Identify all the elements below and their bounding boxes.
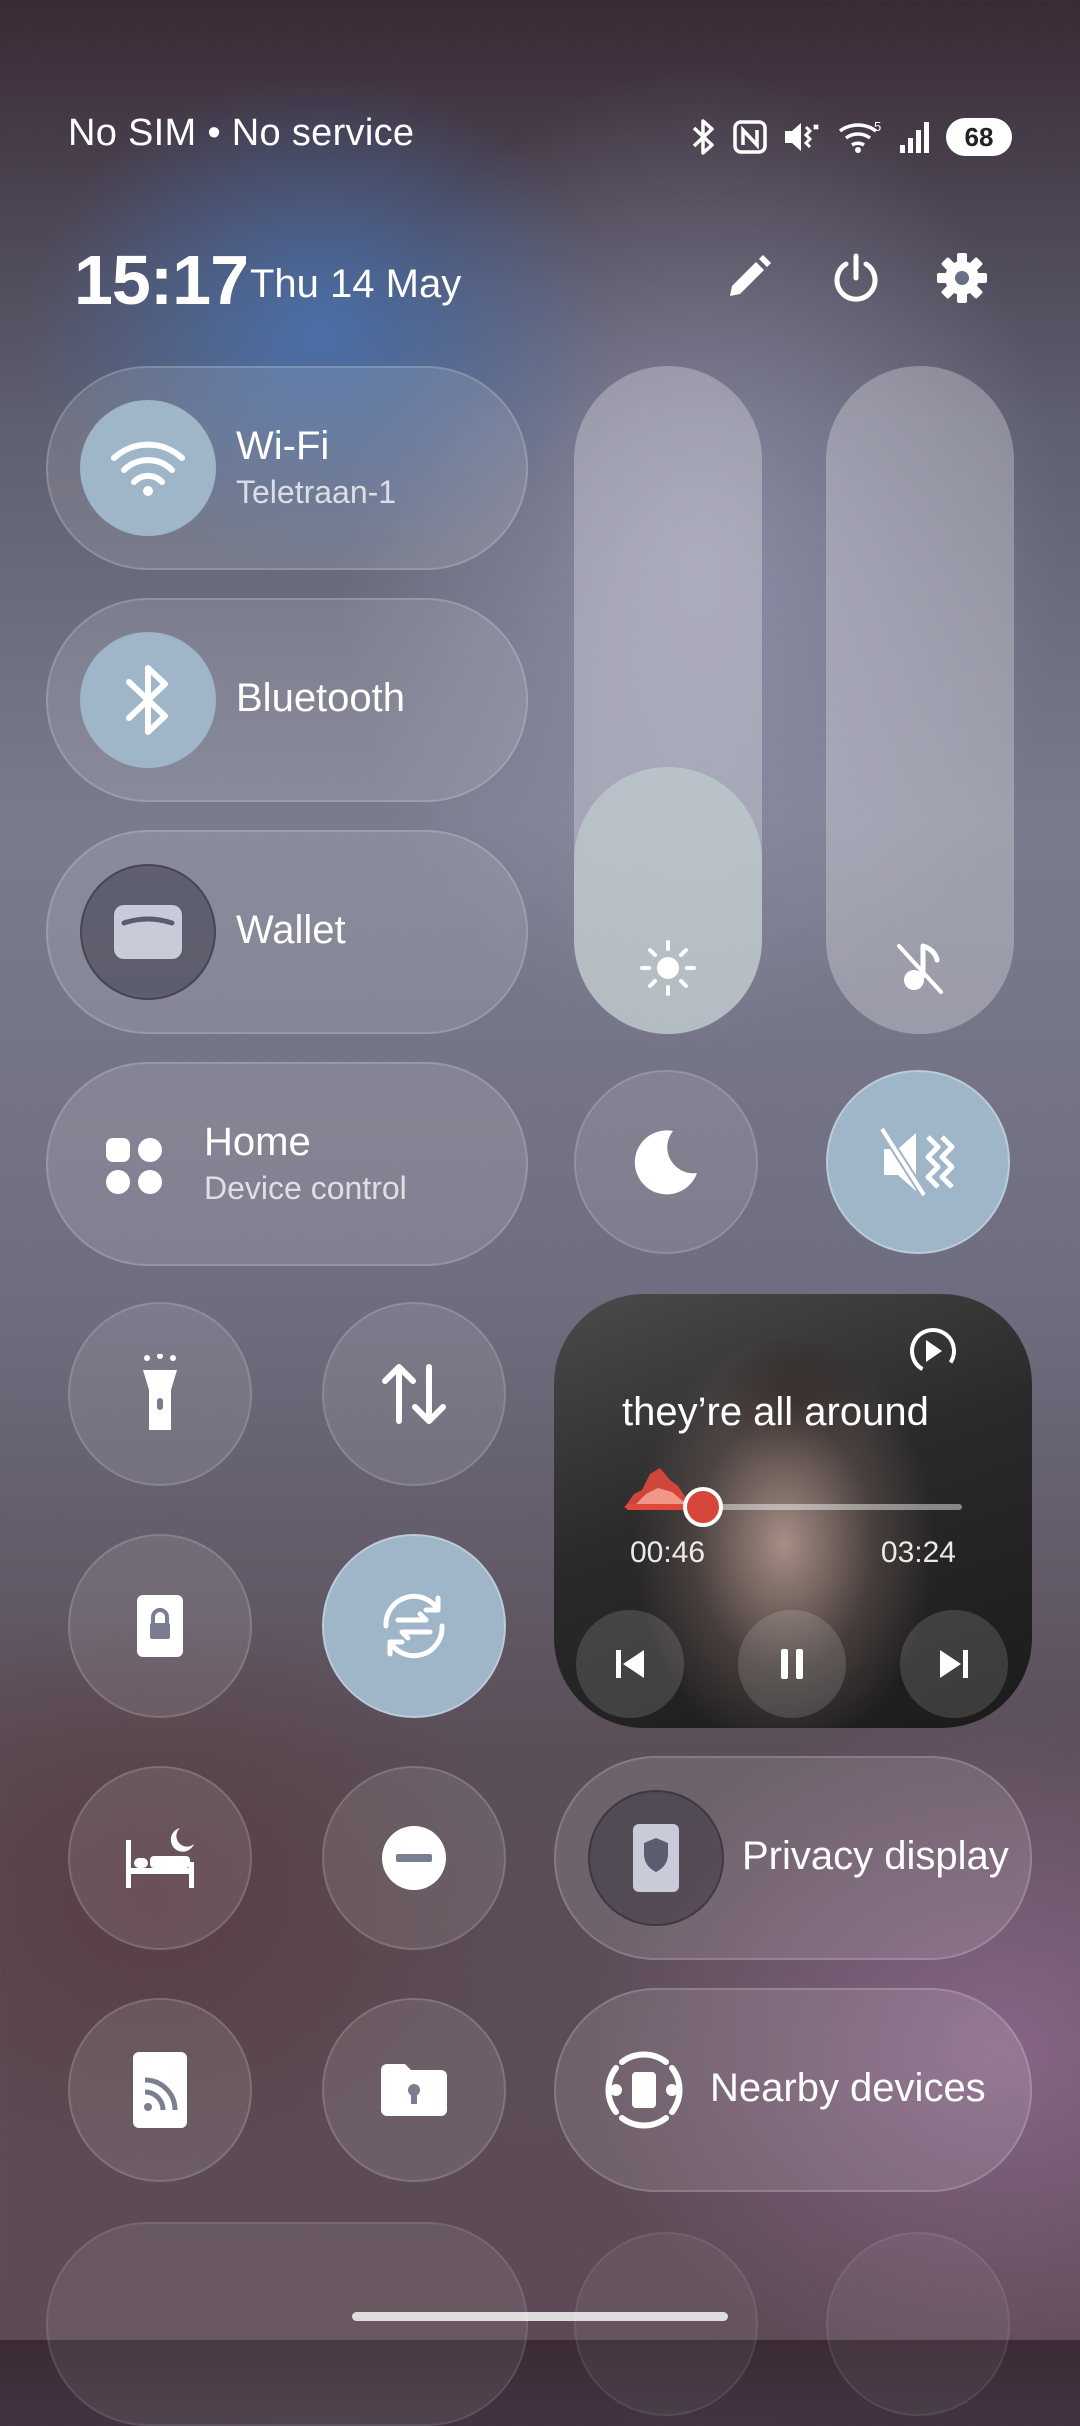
flashlight-icon — [143, 1354, 177, 1430]
mobile-data-toggle[interactable] — [322, 1302, 506, 1486]
settings-button[interactable] — [932, 248, 992, 308]
skip-next-icon — [940, 1650, 968, 1678]
dark-mode-toggle[interactable] — [574, 1070, 758, 1254]
bluetooth-icon — [126, 665, 168, 735]
auto-rotate-toggle[interactable] — [322, 1534, 506, 1718]
status-icons: 5 68 — [688, 112, 1012, 162]
wifi-network-name: Teletraan-1 — [236, 474, 397, 510]
pause-button[interactable] — [738, 1610, 846, 1718]
power-icon — [834, 253, 878, 302]
device-control-icon — [106, 1138, 162, 1194]
partial-tile[interactable] — [46, 2222, 528, 2426]
moon-icon — [634, 1130, 697, 1195]
battery-indicator: 68 — [946, 118, 1012, 156]
wifi-icon — [111, 441, 185, 496]
flashlight-toggle[interactable] — [68, 1302, 252, 1486]
privacy-display-label: Privacy display — [742, 1834, 1009, 1878]
previous-button[interactable] — [576, 1610, 684, 1718]
nfc-icon — [733, 120, 767, 154]
lock-screen-icon — [137, 1595, 183, 1657]
settings-icon — [937, 253, 987, 303]
home-sub-label: Device control — [204, 1170, 407, 1206]
nearby-devices-label: Nearby devices — [710, 2066, 986, 2110]
pause-icon — [781, 1649, 803, 1679]
bedtime-mode-toggle[interactable] — [68, 1766, 252, 1950]
bluetooth-tile[interactable]: Bluetooth — [46, 598, 528, 802]
track-duration: 03:24 — [880, 1536, 956, 1569]
data-transfer-icon — [382, 1364, 446, 1424]
volume-slider[interactable] — [826, 366, 1014, 1034]
cast-toggle[interactable] — [68, 1998, 252, 2182]
sun-icon — [640, 940, 696, 996]
wifi-icon: 5 — [838, 119, 881, 153]
home-tile[interactable]: Home Device control — [46, 1062, 528, 1266]
privacy-shield-icon — [633, 1824, 679, 1892]
home-label: Home — [204, 1120, 311, 1164]
cast-icon — [133, 2052, 187, 2128]
partial-toggle[interactable] — [826, 2232, 1010, 2416]
elapsed-time: 00:46 — [630, 1536, 706, 1569]
skip-previous-icon — [616, 1650, 644, 1678]
audio-output-icon[interactable] — [908, 1326, 958, 1376]
wallet-label: Wallet — [236, 908, 346, 952]
bluetooth-tile-icon — [80, 632, 216, 768]
silent-mode-toggle[interactable] — [826, 1070, 1010, 1254]
seek-handle[interactable] — [683, 1487, 724, 1527]
auto-rotate-icon — [383, 1593, 445, 1659]
wifi-label: Wi-Fi — [236, 424, 330, 468]
lock-screen-toggle[interactable] — [68, 1534, 252, 1718]
privacy-display-tile[interactable]: Privacy display — [554, 1756, 1032, 1960]
private-safe-toggle[interactable] — [322, 1998, 506, 2182]
nearby-devices-icon — [605, 2051, 683, 2129]
bluetooth-label: Bluetooth — [236, 676, 406, 720]
signal-icon — [900, 122, 929, 153]
privacy-display-tile-icon — [588, 1790, 724, 1926]
do-not-disturb-icon — [382, 1826, 446, 1890]
nearby-devices-tile[interactable]: Nearby devices — [554, 1988, 1032, 2192]
power-button[interactable] — [826, 248, 886, 308]
wallet-tile[interactable]: Wallet — [46, 830, 528, 1034]
wallet-icon — [114, 905, 182, 959]
date: Thu 14 May — [250, 262, 462, 306]
media-player[interactable]: they’re all around 00:46 03:24 — [554, 1294, 1032, 1728]
track-title: they’re all around — [622, 1390, 929, 1434]
music-off-icon — [897, 943, 943, 994]
wallet-tile-icon — [80, 864, 216, 1000]
next-button[interactable] — [900, 1610, 1008, 1718]
brightness-slider[interactable] — [574, 366, 762, 1034]
edit-icon — [730, 255, 771, 296]
carrier-status: No SIM • No service — [68, 112, 415, 154]
private-folder-icon — [381, 2064, 447, 2116]
vibrate-mute-icon — [785, 123, 819, 151]
bluetooth-icon — [692, 119, 714, 155]
wifi-tile-icon — [80, 400, 216, 536]
wifi-tile[interactable]: Wi-Fi Teletraan-1 — [46, 366, 528, 570]
bedtime-icon — [126, 1828, 194, 1888]
clock: 15:17 — [74, 241, 249, 319]
sound-mute-icon — [880, 1126, 955, 1198]
partial-toggle[interactable] — [574, 2232, 758, 2416]
edit-button[interactable] — [718, 248, 778, 308]
home-indicator[interactable] — [352, 2312, 728, 2321]
do-not-disturb-toggle[interactable] — [322, 1766, 506, 1950]
svg-text:5: 5 — [874, 119, 881, 134]
